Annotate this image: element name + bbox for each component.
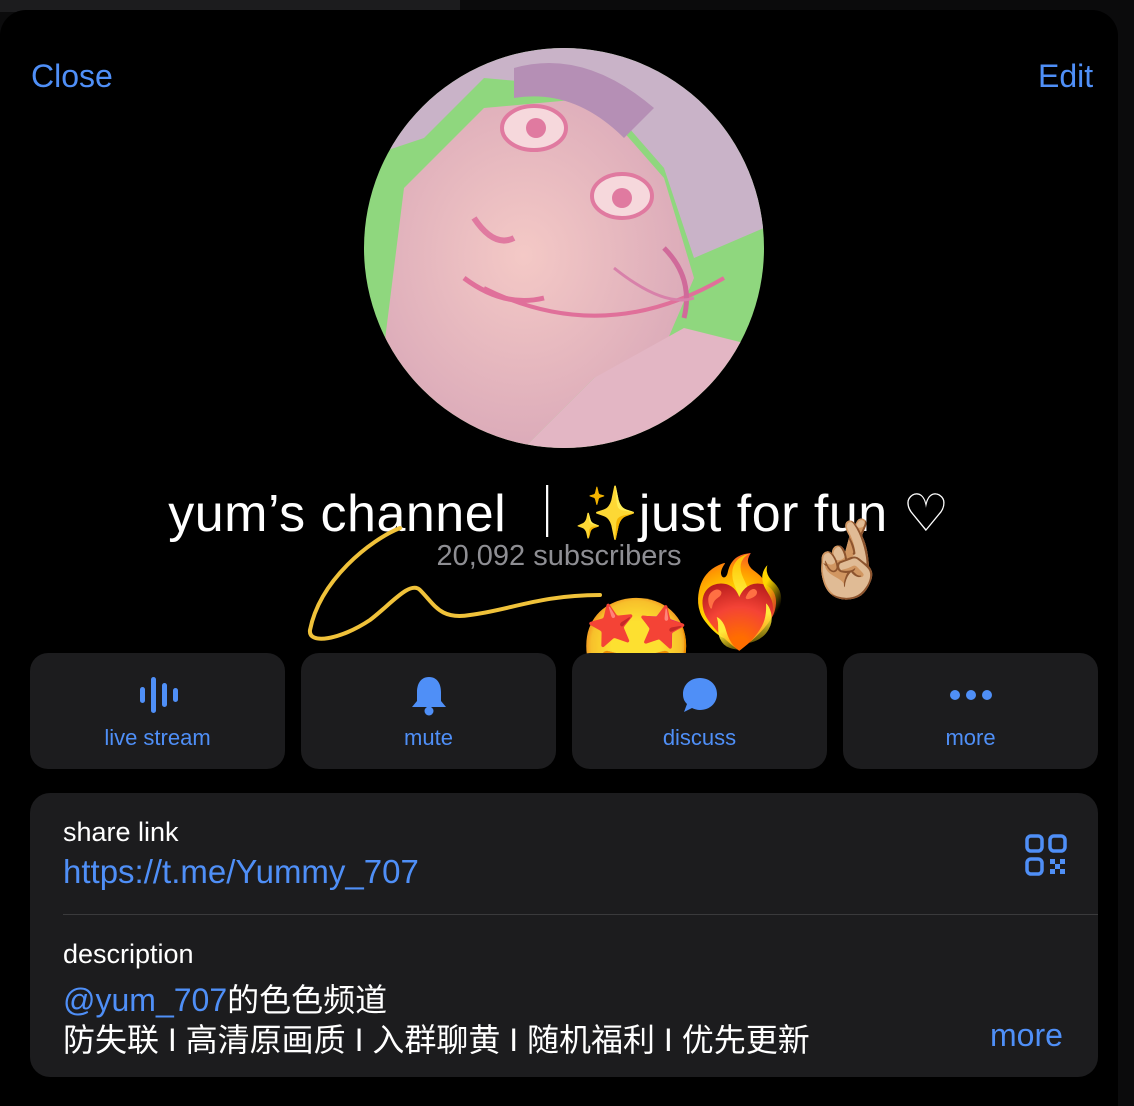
discuss-label: discuss — [662, 725, 737, 750]
description-line-2: 防失联 I 高清原画质 I 入群聊黄 I 随机福利 I 优先更新 — [63, 1022, 810, 1058]
more-actions-button[interactable]: more — [843, 653, 1098, 769]
description-label: description — [63, 939, 194, 969]
more-label: more — [945, 725, 996, 750]
ellipsis-icon — [843, 675, 1098, 715]
action-buttons-row: live stream mute discuss more — [30, 653, 1098, 769]
description-more-button[interactable]: more — [990, 1017, 1063, 1054]
share-link-label: share link — [63, 817, 179, 847]
bell-icon — [301, 675, 556, 716]
avatar-illustration — [364, 48, 764, 448]
qr-code-icon[interactable] — [1024, 833, 1068, 877]
edit-button[interactable]: Edit — [1038, 58, 1093, 95]
mute-label: mute — [404, 725, 453, 750]
waveform-icon — [30, 675, 285, 715]
channel-info-card: share link https://t.me/Yummy_707 descri… — [30, 793, 1098, 1077]
info-divider — [63, 914, 1098, 915]
live-stream-button[interactable]: live stream — [30, 653, 285, 769]
description-mention-link[interactable]: @yum_707 — [63, 982, 227, 1018]
subscriber-count: 20,092 subscribers — [436, 540, 682, 572]
live-stream-label: live stream — [104, 725, 211, 750]
share-link-url[interactable]: https://t.me/Yummy_707 — [63, 853, 419, 891]
mute-button[interactable]: mute — [301, 653, 556, 769]
chat-bubble-icon — [572, 675, 827, 715]
close-button[interactable]: Close — [31, 58, 113, 95]
description-line-1-text: 的色色频道 — [227, 982, 388, 1018]
channel-avatar[interactable] — [364, 48, 764, 448]
channel-title: yum’s channel ｜✨just for fun ♡ — [168, 485, 950, 543]
discuss-button[interactable]: discuss — [572, 653, 827, 769]
channel-info-sheet: Close Edit yum’s channel ｜✨just for fun … — [0, 10, 1118, 1106]
